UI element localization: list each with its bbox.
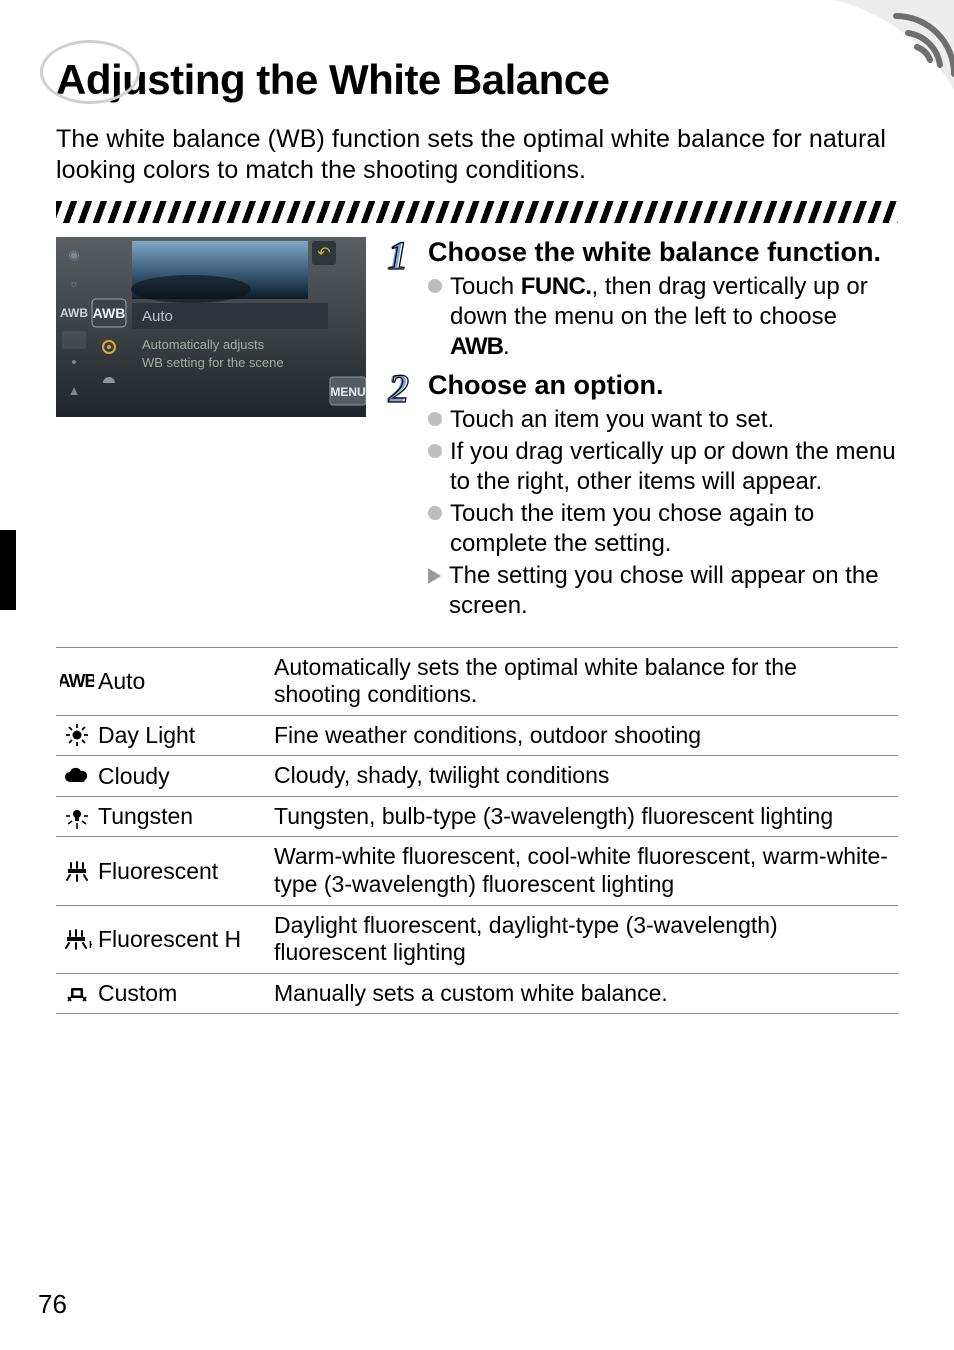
wb-option-desc: Daylight fluorescent, daylight-type (3-w… (266, 905, 898, 973)
awb-glyph: AWB (450, 333, 503, 360)
wb-option-name: Auto (96, 647, 266, 715)
svg-text:▲: ▲ (68, 383, 81, 398)
tungsten-icon (56, 796, 96, 837)
bullet-circle-icon (428, 279, 442, 293)
wb-option-name: Fluorescent H (96, 905, 266, 973)
step-2-bullet-3: Touch the item you chose again to comple… (428, 499, 898, 559)
left-edge-tab (0, 530, 16, 610)
bullet-triangle-icon (428, 568, 441, 584)
white-balance-table: AWBAutoAutomatically sets the optimal wh… (56, 647, 898, 1015)
step-number-1-icon: 1 1 (384, 237, 418, 364)
wb-option-desc: Tungsten, bulb-type (3-wavelength) fluor… (266, 796, 898, 837)
custom-icon (56, 973, 96, 1014)
func-glyph: FUNC. (521, 273, 592, 300)
svg-text:AWB: AWB (60, 306, 88, 320)
svg-text:WB setting for the scene: WB setting for the scene (142, 355, 284, 370)
svg-text:•: • (71, 354, 76, 371)
svg-text:MENU: MENU (330, 385, 365, 399)
step-1-heading: Choose the white balance function. (428, 237, 898, 268)
table-row: AWBAutoAutomatically sets the optimal wh… (56, 647, 898, 715)
table-row: TungstenTungsten, bulb-type (3-wavelengt… (56, 796, 898, 837)
svg-text:AWB: AWB (60, 671, 94, 691)
step-2: 2 2 Choose an option. Touch an item you … (384, 370, 898, 623)
page-number: 76 (38, 1289, 67, 1320)
hatched-divider (56, 201, 898, 223)
svg-text:↶: ↶ (317, 245, 330, 262)
cloud-icon (56, 756, 96, 797)
svg-text:Automatically adjusts: Automatically adjusts (142, 337, 265, 352)
title-ornament-oval (40, 40, 140, 104)
wb-option-name: Day Light (96, 715, 266, 756)
step-number-2-icon: 2 2 (384, 370, 418, 623)
svg-text:1: 1 (388, 237, 408, 277)
step-2-bullet-1: Touch an item you want to set. (428, 405, 898, 435)
wb-option-name: Custom (96, 973, 266, 1014)
svg-text:Auto: Auto (142, 308, 173, 325)
sun-icon (56, 715, 96, 756)
page-title: Adjusting the White Balance (56, 56, 898, 104)
wb-option-desc: Warm-white fluorescent, cool-white fluor… (266, 837, 898, 905)
wb-option-desc: Automatically sets the optimal white bal… (266, 647, 898, 715)
wb-option-name: Fluorescent (96, 837, 266, 905)
step-2-heading: Choose an option. (428, 370, 898, 401)
awb-icon: AWB (56, 647, 96, 715)
svg-text:☼: ☼ (69, 278, 79, 290)
step-1-bullet-1: Touch FUNC., then drag vertically up or … (428, 272, 898, 362)
instructions-block: 1 1 Choose the white balance function. T… (384, 237, 898, 629)
step-1: 1 1 Choose the white balance function. T… (384, 237, 898, 364)
wb-option-name: Tungsten (96, 796, 266, 837)
table-row: CloudyCloudy, shady, twilight conditions (56, 756, 898, 797)
fluorh-icon: H (56, 905, 96, 973)
svg-text:H: H (89, 940, 92, 950)
table-row: Day LightFine weather conditions, outdoo… (56, 715, 898, 756)
wb-option-desc: Cloudy, shady, twilight conditions (266, 756, 898, 797)
intro-paragraph: The white balance (WB) function sets the… (56, 124, 898, 187)
camera-screenshot: ◉ ☼ AWB • ▲ AWB (56, 237, 366, 629)
bullet-circle-icon (428, 412, 442, 426)
wb-option-desc: Fine weather conditions, outdoor shootin… (266, 715, 898, 756)
svg-text:◉: ◉ (68, 247, 79, 262)
table-row: H Fluorescent HDaylight fluorescent, dayl… (56, 905, 898, 973)
bullet-circle-icon (428, 444, 442, 458)
step-2-bullet-4: The setting you chose will appear on the… (428, 561, 898, 621)
step-2-bullet-2: If you drag vertically up or down the me… (428, 437, 898, 497)
table-row: FluorescentWarm-white fluorescent, cool-… (56, 837, 898, 905)
wb-option-name: Cloudy (96, 756, 266, 797)
svg-text:2: 2 (388, 370, 409, 410)
wb-option-desc: Manually sets a custom white balance. (266, 973, 898, 1014)
svg-text:AWB: AWB (93, 305, 126, 321)
fluor-icon (56, 837, 96, 905)
bullet-circle-icon (428, 506, 442, 520)
table-row: CustomManually sets a custom white balan… (56, 973, 898, 1014)
